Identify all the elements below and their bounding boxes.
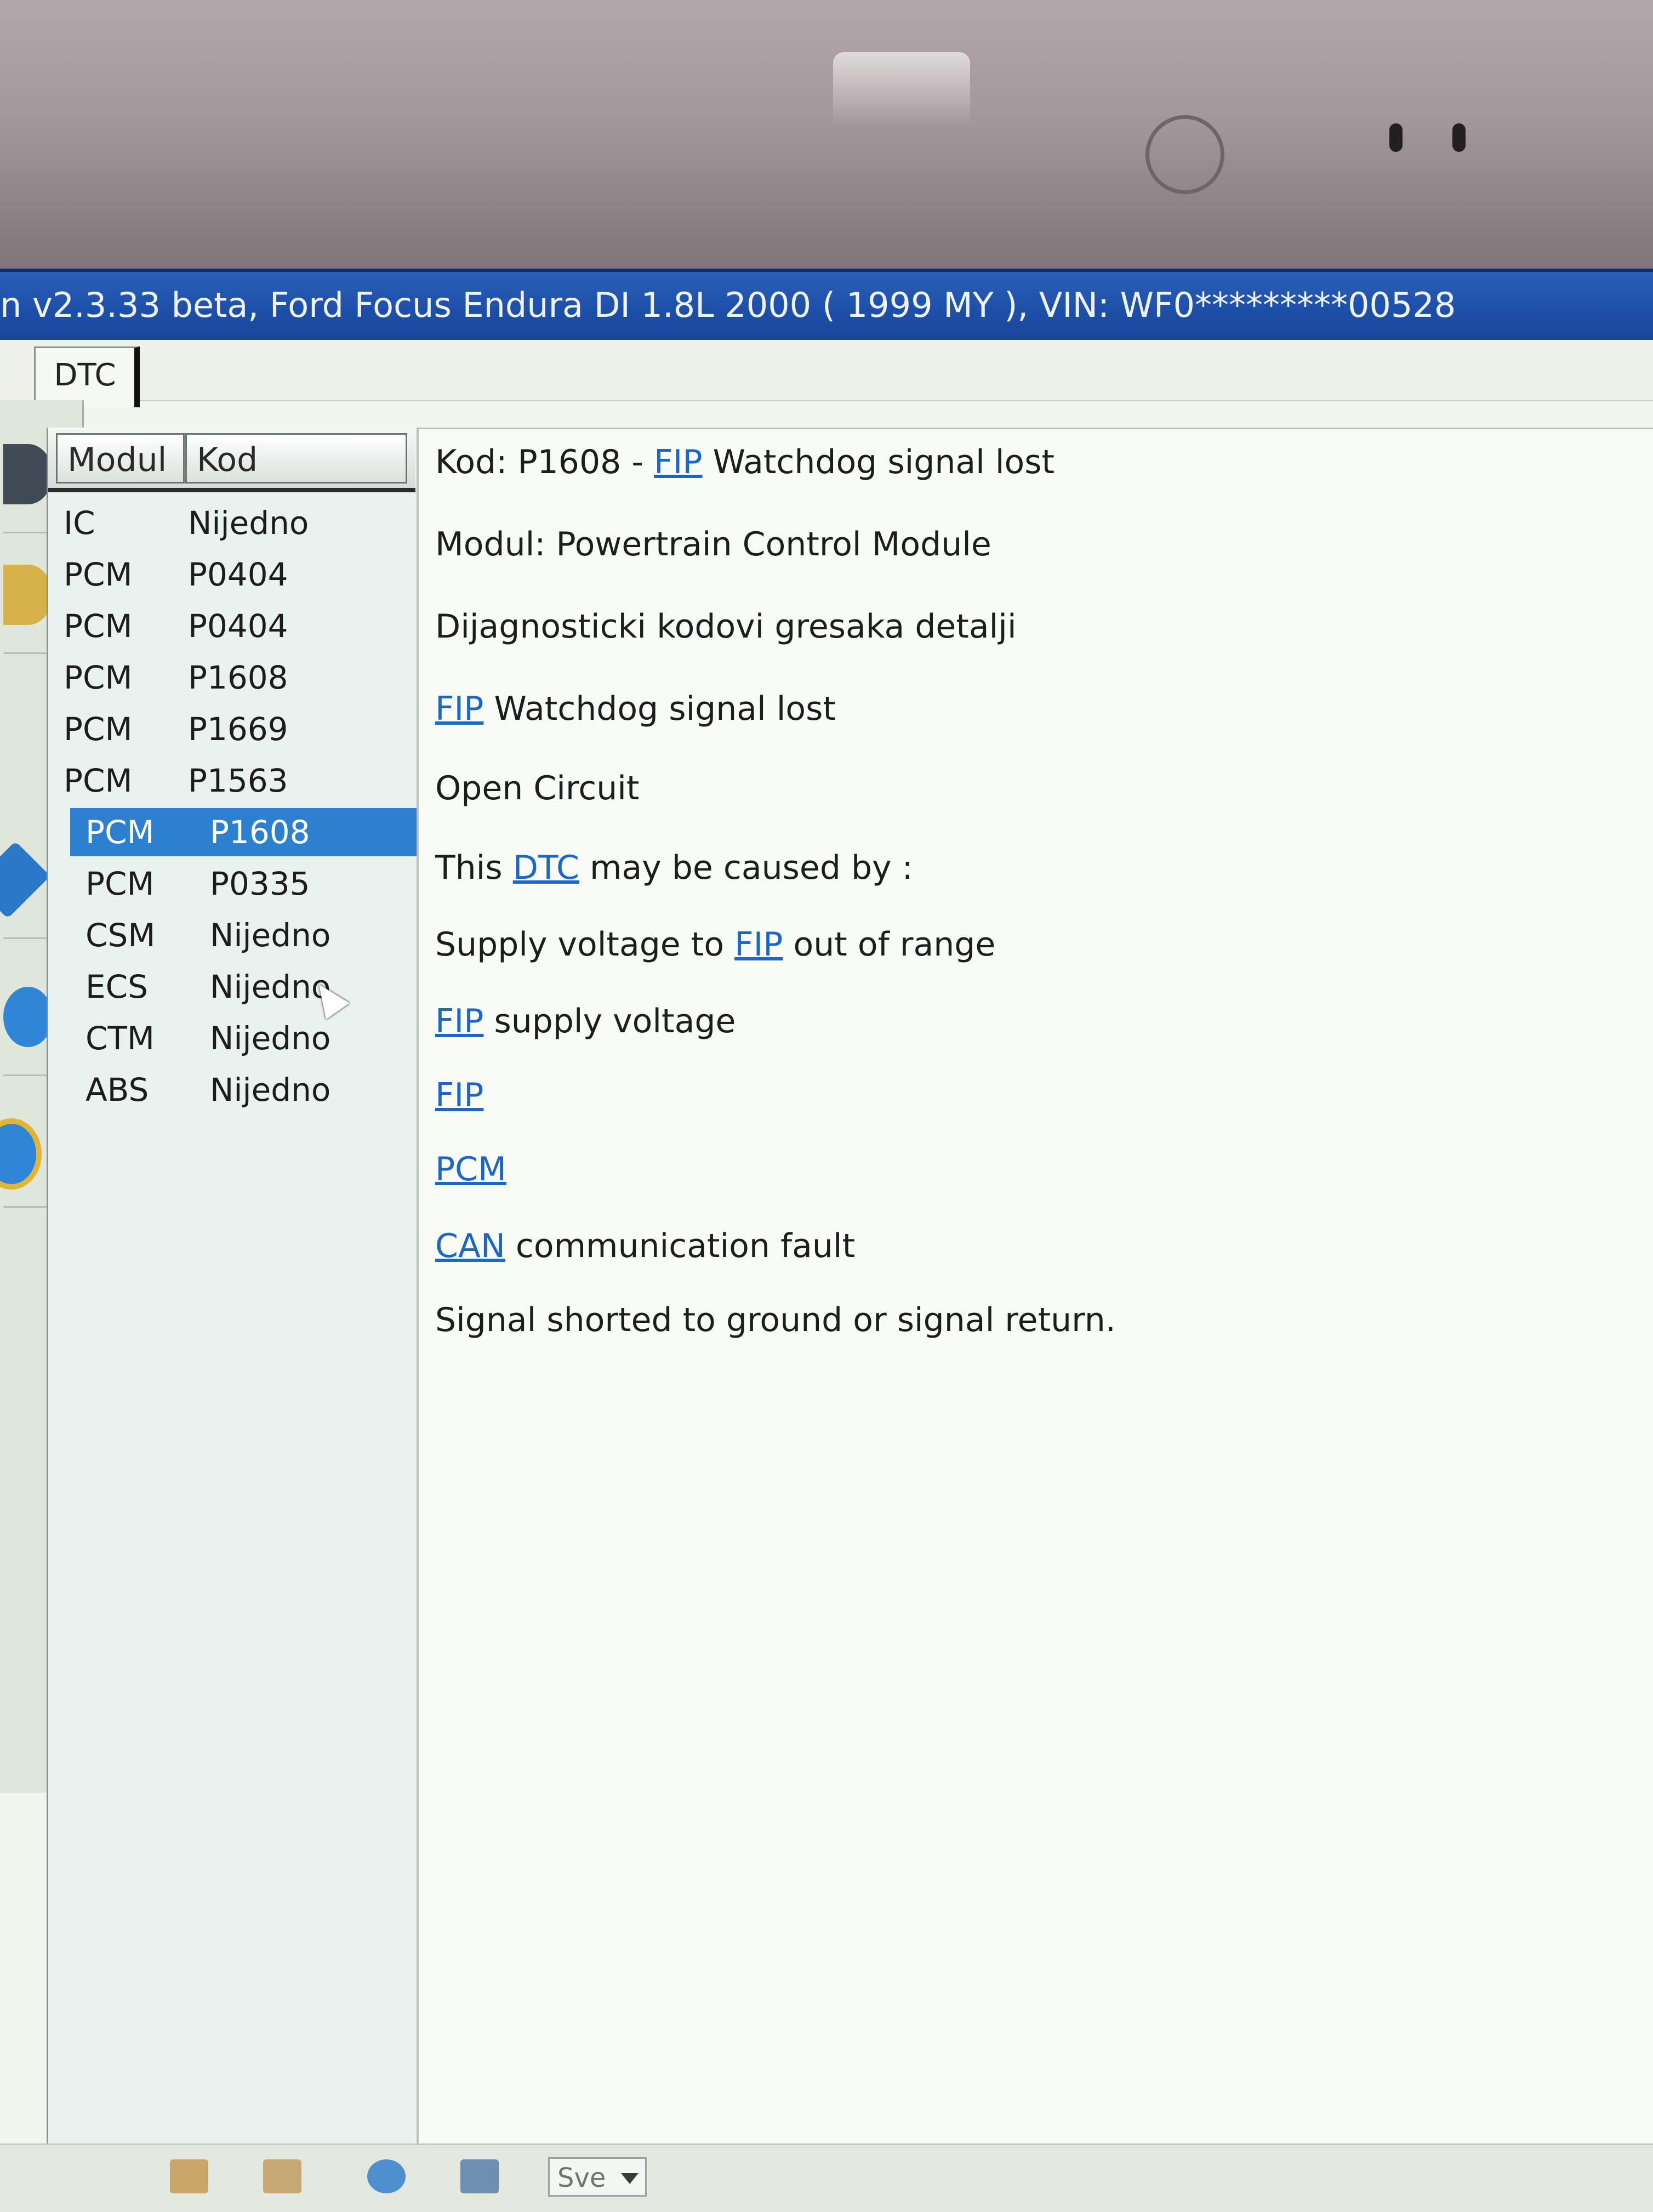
dtc-detail-panel: Kod: P1608 - FIP Watchdog signal lost Mo…: [417, 428, 1653, 2162]
detail-section-title: Dijagnosticki kodovi gresaka detalji: [435, 607, 1017, 646]
link-fip[interactable]: FIP: [435, 1002, 483, 1040]
detail-line: FIP supply voltage: [435, 1002, 736, 1040]
row-module: IC: [64, 504, 95, 542]
table-row[interactable]: PCM P1608: [48, 653, 399, 702]
tool-icon: [3, 444, 53, 504]
status-led-icon: [1452, 123, 1466, 152]
erase-icon[interactable]: [367, 2159, 406, 2193]
laptop-bezel: [0, 0, 1653, 269]
row-code: P1563: [188, 762, 288, 799]
detail-line: Supply voltage to FIP out of range: [435, 925, 995, 964]
app-window: n v2.3.33 beta, Ford Focus Endura DI 1.8…: [0, 269, 1653, 2212]
table-row[interactable]: PCM P0404: [48, 550, 399, 599]
detail-module: Modul: Powertrain Control Module: [435, 525, 991, 564]
row-code: P1608: [210, 814, 310, 851]
link-pcm[interactable]: PCM: [435, 1150, 506, 1189]
row-code: Nijedno: [210, 1020, 331, 1057]
filter-select[interactable]: Sve: [548, 2157, 647, 2197]
table-row[interactable]: PCM P0335: [70, 860, 421, 908]
row-module: PCM: [64, 659, 133, 696]
table-row[interactable]: PCM P1608: [70, 808, 421, 856]
detail-text: Supply voltage to: [435, 925, 735, 964]
link-fip[interactable]: FIP: [435, 1076, 483, 1114]
dtc-list: Modul Kod IC Nijedno PCM P0404 PCM P0404 PCM P1…: [47, 428, 421, 2154]
webcam-icon: [1145, 115, 1224, 194]
link-fip[interactable]: FIP: [435, 690, 483, 728]
row-code: P0404: [188, 607, 288, 645]
row-module: PCM: [64, 556, 133, 593]
table-row[interactable]: CSM Nijedno: [70, 911, 421, 959]
gear-icon: [3, 987, 53, 1047]
detail-line: PCM: [435, 1150, 506, 1189]
tab-dtc[interactable]: DTC: [34, 346, 140, 407]
window-titlebar: n v2.3.33 beta, Ford Focus Endura DI 1.8…: [0, 269, 1653, 343]
print-preview-icon[interactable]: [263, 2159, 301, 2193]
row-module: ECS: [86, 968, 148, 1005]
wrench-icon: [3, 565, 53, 625]
table-row[interactable]: CTM Nijedno: [70, 1014, 421, 1062]
row-module: PCM: [64, 710, 133, 748]
row-module: CSM: [86, 917, 156, 954]
bezel-hinge: [833, 52, 970, 123]
row-module: PCM: [64, 607, 133, 645]
table-row[interactable]: ECS Nijedno: [70, 963, 421, 1011]
detail-code-line: Kod: P1608 - FIP Watchdog signal lost: [435, 443, 1054, 481]
detail-text: This: [435, 849, 513, 887]
row-module: ABS: [86, 1071, 149, 1108]
row-code: P1608: [188, 659, 288, 696]
table-row[interactable]: PCM P0404: [48, 602, 399, 650]
row-code: Nijedno: [210, 1071, 331, 1108]
row-module: PCM: [64, 762, 133, 799]
row-module: PCM: [86, 865, 155, 902]
dtc-list-header: Modul Kod: [48, 428, 415, 492]
row-code: P1669: [188, 710, 288, 748]
detail-text: supply voltage: [483, 1002, 736, 1040]
detail-line: FIP: [435, 1076, 483, 1114]
link-dtc[interactable]: DTC: [513, 849, 579, 887]
link-can[interactable]: CAN: [435, 1227, 505, 1265]
row-code: Nijedno: [210, 917, 331, 954]
column-header-module[interactable]: Modul: [56, 433, 185, 484]
chevron-down-icon: [621, 2173, 639, 2184]
status-led-icon: [1389, 123, 1403, 152]
detail-line: Open Circuit: [435, 769, 640, 808]
bottom-toolbar: Sve: [0, 2143, 1653, 2212]
table-row[interactable]: IC Nijedno: [48, 499, 399, 547]
row-code: Nijedno: [188, 504, 309, 542]
link-fip[interactable]: FIP: [654, 443, 702, 481]
chip-icon: [0, 841, 50, 919]
detail-line: Signal shorted to ground or signal retur…: [435, 1301, 1116, 1339]
column-header-code[interactable]: Kod: [185, 433, 407, 484]
print-icon[interactable]: [170, 2159, 208, 2193]
detail-text: out of range: [783, 925, 996, 964]
row-module: PCM: [86, 814, 155, 851]
detail-line: CAN communication fault: [435, 1227, 855, 1265]
detail-text: may be caused by :: [579, 849, 913, 887]
table-row[interactable]: PCM P1563: [48, 757, 399, 805]
save-icon[interactable]: [460, 2159, 499, 2193]
table-row[interactable]: PCM P1669: [48, 705, 399, 753]
row-code: Nijedno: [210, 968, 331, 1005]
window-title: n v2.3.33 beta, Ford Focus Endura DI 1.8…: [0, 285, 1456, 325]
detail-line: This DTC may be caused by :: [435, 849, 913, 887]
tab-strip: DTC: [0, 340, 1653, 407]
help-icon: [0, 1118, 42, 1190]
filter-select-value: Sve: [557, 2163, 606, 2193]
row-module: CTM: [86, 1020, 155, 1057]
table-row[interactable]: ABS Nijedno: [70, 1066, 421, 1114]
detail-text: Watchdog signal lost: [483, 690, 836, 728]
row-code: P0335: [210, 865, 310, 902]
row-code: P0404: [188, 556, 288, 593]
detail-text: communication fault: [505, 1227, 856, 1265]
detail-code: Kod: P1608 -: [435, 443, 654, 481]
link-fip[interactable]: FIP: [734, 925, 783, 964]
detail-line: FIP Watchdog signal lost: [435, 690, 836, 728]
detail-code-description: Watchdog signal lost: [702, 443, 1055, 481]
